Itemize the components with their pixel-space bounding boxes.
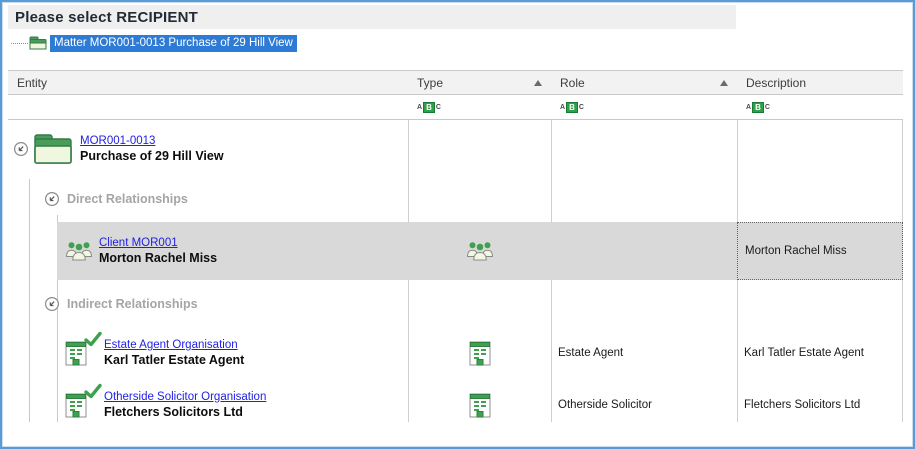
filter-cell-role[interactable]: ABC [551, 95, 737, 119]
matter-folder-icon [34, 134, 72, 164]
column-header-label: Entity [17, 75, 48, 90]
dialog-title-bar: Please select RECIPIENT [8, 5, 736, 29]
filter-letter: C [764, 103, 770, 111]
estate-type-cell[interactable] [408, 327, 551, 379]
collapse-section-icon[interactable] [44, 191, 60, 207]
matter-code-link[interactable]: MOR001-0013 [80, 134, 224, 149]
filter-letter: C [578, 103, 584, 111]
column-header-label: Description [746, 75, 807, 90]
grid-header-row: Entity Type Role Description [8, 70, 903, 95]
matter-name: Purchase of 29 Hill View [80, 149, 224, 163]
client-row[interactable]: Client MOR001 Morton Rachel Miss Morton … [57, 222, 903, 280]
otherside-solicitor-link[interactable]: Otherside Solicitor Organisation [104, 390, 266, 405]
grid-filter-row: ABC ABC ABC [8, 95, 903, 120]
filter-cell-type[interactable]: ABC [408, 95, 551, 119]
client-description-cell[interactable]: Morton Rachel Miss [737, 222, 903, 280]
otherside-role-cell[interactable]: Otherside Solicitor [551, 379, 737, 431]
otherside-solicitor-row[interactable]: Otherside Solicitor Organisation Fletche… [8, 379, 903, 431]
estate-agent-row[interactable]: Estate Agent Organisation Karl Tatler Es… [8, 327, 903, 379]
folder-icon [29, 36, 47, 50]
recipient-selector-window: Please select RECIPIENT Matter MOR001-00… [0, 0, 915, 449]
sort-ascending-icon [534, 79, 542, 86]
column-header-label: Role [560, 75, 585, 90]
organisation-building-icon [469, 393, 490, 417]
estate-role-cell[interactable]: Estate Agent [551, 327, 737, 379]
estate-agent-link[interactable]: Estate Agent Organisation [104, 338, 244, 353]
check-icon [84, 383, 102, 399]
section-direct-relationships[interactable]: Direct Relationships [8, 186, 903, 212]
tree-connector-line [11, 42, 28, 44]
column-header-role[interactable]: Role [551, 71, 737, 94]
filter-letter: C [435, 103, 441, 111]
otherside-solicitor-name: Fletchers Solicitors Ltd [104, 405, 243, 419]
section-indirect-relationships[interactable]: Indirect Relationships [8, 291, 903, 317]
abc-filter-icon[interactable]: ABC [417, 101, 441, 113]
filter-cell-entity[interactable] [8, 95, 408, 119]
client-link[interactable]: Client MOR001 [99, 236, 217, 251]
estate-agent-name: Karl Tatler Estate Agent [104, 353, 245, 367]
filter-letter: A [746, 103, 752, 111]
client-role-cell[interactable] [551, 222, 737, 280]
otherside-description-cell[interactable]: Fletchers Solicitors Ltd [737, 379, 903, 431]
matter-root-row[interactable]: MOR001-0013 Purchase of 29 Hill View [8, 120, 903, 178]
people-group-icon [466, 241, 493, 261]
filter-letter: B [752, 101, 764, 113]
filter-letter: B [423, 101, 435, 113]
organisation-building-icon [469, 341, 490, 365]
filter-letter: B [566, 101, 578, 113]
filter-letter: A [560, 103, 566, 111]
client-name: Morton Rachel Miss [99, 251, 218, 265]
dialog-title: Please select RECIPIENT [15, 8, 199, 26]
sort-ascending-icon [720, 79, 728, 86]
estate-description-cell[interactable]: Karl Tatler Estate Agent [737, 327, 903, 379]
filter-cell-description[interactable]: ABC [737, 95, 903, 119]
abc-filter-icon[interactable]: ABC [746, 101, 770, 113]
otherside-type-cell[interactable] [408, 379, 551, 431]
collapse-section-icon[interactable] [44, 296, 60, 312]
column-header-type[interactable]: Type [408, 71, 551, 94]
selected-matter-label[interactable]: Matter MOR001-0013 Purchase of 29 Hill V… [50, 34, 297, 52]
matter-tree-node[interactable]: Matter MOR001-0013 Purchase of 29 Hill V… [11, 33, 297, 53]
people-group-icon [66, 241, 92, 261]
relationships-grid: Entity Type Role Description ABC ABC A B… [8, 70, 904, 426]
column-header-entity[interactable]: Entity [8, 71, 408, 94]
column-header-label: Type [417, 75, 444, 90]
section-label: Direct Relationships [67, 192, 188, 206]
check-icon [84, 331, 102, 347]
filter-letter: A [417, 103, 423, 111]
section-label: Indirect Relationships [67, 297, 198, 311]
column-header-description[interactable]: Description [737, 71, 903, 94]
abc-filter-icon[interactable]: ABC [560, 101, 584, 113]
collapse-node-icon[interactable] [13, 141, 29, 157]
client-type-cell[interactable] [408, 222, 551, 280]
